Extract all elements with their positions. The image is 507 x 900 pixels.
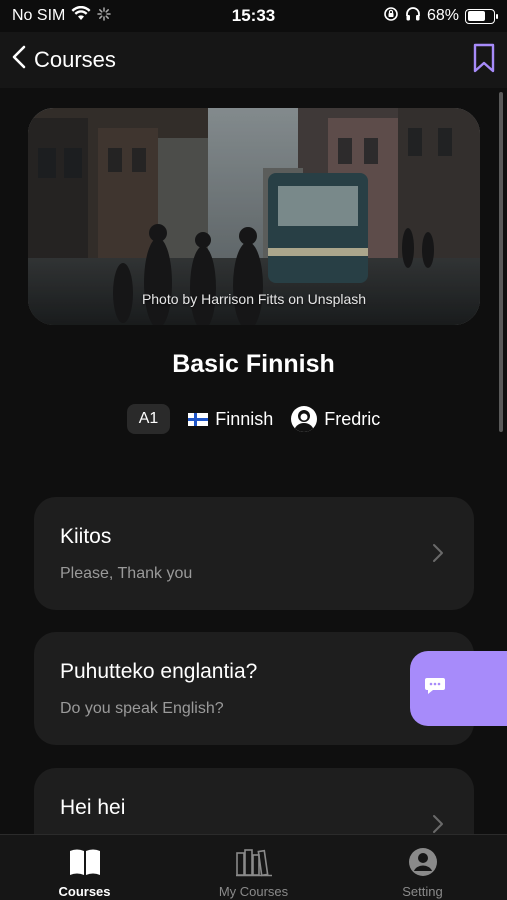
carrier-label: No SIM xyxy=(12,7,66,24)
status-bar: No SIM 15:33 68% xyxy=(0,0,507,32)
language-tag: Finnish xyxy=(188,409,273,430)
chevron-left-icon xyxy=(12,45,26,75)
language-label: Finnish xyxy=(215,408,274,429)
tab-my-courses[interactable]: My Courses xyxy=(169,835,338,900)
wifi-icon xyxy=(71,5,91,26)
tab-label: Setting xyxy=(402,884,443,899)
level-badge: A1 xyxy=(126,404,171,434)
chevron-right-icon xyxy=(432,543,444,568)
tab-setting[interactable]: Setting xyxy=(338,835,507,900)
author-tag[interactable]: Fredric xyxy=(291,406,380,432)
tab-bar: Courses My Courses Setting xyxy=(0,834,507,900)
tab-label: My Courses xyxy=(218,884,289,899)
bookmark-button[interactable] xyxy=(473,43,495,78)
battery-fill xyxy=(467,11,485,21)
status-left: No SIM xyxy=(12,5,112,26)
lesson-card[interactable]: Puhutteko englantia? Do you speak Englis… xyxy=(34,632,474,745)
finland-flag-icon xyxy=(188,412,209,426)
lesson-subtitle: Please, Thank you xyxy=(60,565,193,582)
status-right: 68% xyxy=(383,6,498,27)
activity-spinner-icon xyxy=(97,6,112,26)
tab-label: Courses xyxy=(58,884,111,899)
avatar xyxy=(291,406,318,432)
bookmark-icon xyxy=(473,43,495,77)
lesson-card[interactable]: Kiitos Please, Thank you xyxy=(34,497,474,610)
clock: 15:33 xyxy=(231,6,276,25)
tab-courses[interactable]: Courses xyxy=(0,835,169,900)
profile-icon xyxy=(408,847,438,880)
course-meta: A1 Finnish Fredric xyxy=(0,404,507,434)
lesson-title: Hei hei xyxy=(60,796,126,819)
back-label: Courses xyxy=(34,47,116,72)
back-button[interactable]: Courses xyxy=(12,45,116,75)
lesson-subtitle: Do you speak English? xyxy=(60,700,224,717)
chevron-right-icon xyxy=(432,814,444,834)
bookshelf-icon xyxy=(235,847,273,880)
lesson-title: Puhutteko englantia? xyxy=(60,660,258,683)
photo-credit: Photo by Harrison Fitts on Unsplash xyxy=(141,291,367,307)
battery-percent: 68% xyxy=(426,7,459,24)
course-title: Basic Finnish xyxy=(172,350,335,378)
author-label: Fredric xyxy=(324,408,381,429)
battery-icon xyxy=(465,8,498,24)
lesson-title: Kiitos xyxy=(60,525,112,548)
open-book-icon xyxy=(68,847,102,880)
orientation-lock-icon xyxy=(383,6,399,27)
lesson-card[interactable]: Hei hei xyxy=(34,768,474,834)
scrollbar[interactable] xyxy=(499,92,503,432)
chat-bubble-icon xyxy=(424,676,446,701)
navigation-bar: Courses xyxy=(0,32,507,88)
headphones-icon xyxy=(405,6,421,27)
course-detail-scroll[interactable]: Photo by Harrison Fitts on Unsplash Basi… xyxy=(0,88,507,834)
course-cover-image: Photo by Harrison Fitts on Unsplash xyxy=(28,108,480,325)
chat-button[interactable] xyxy=(410,651,507,726)
